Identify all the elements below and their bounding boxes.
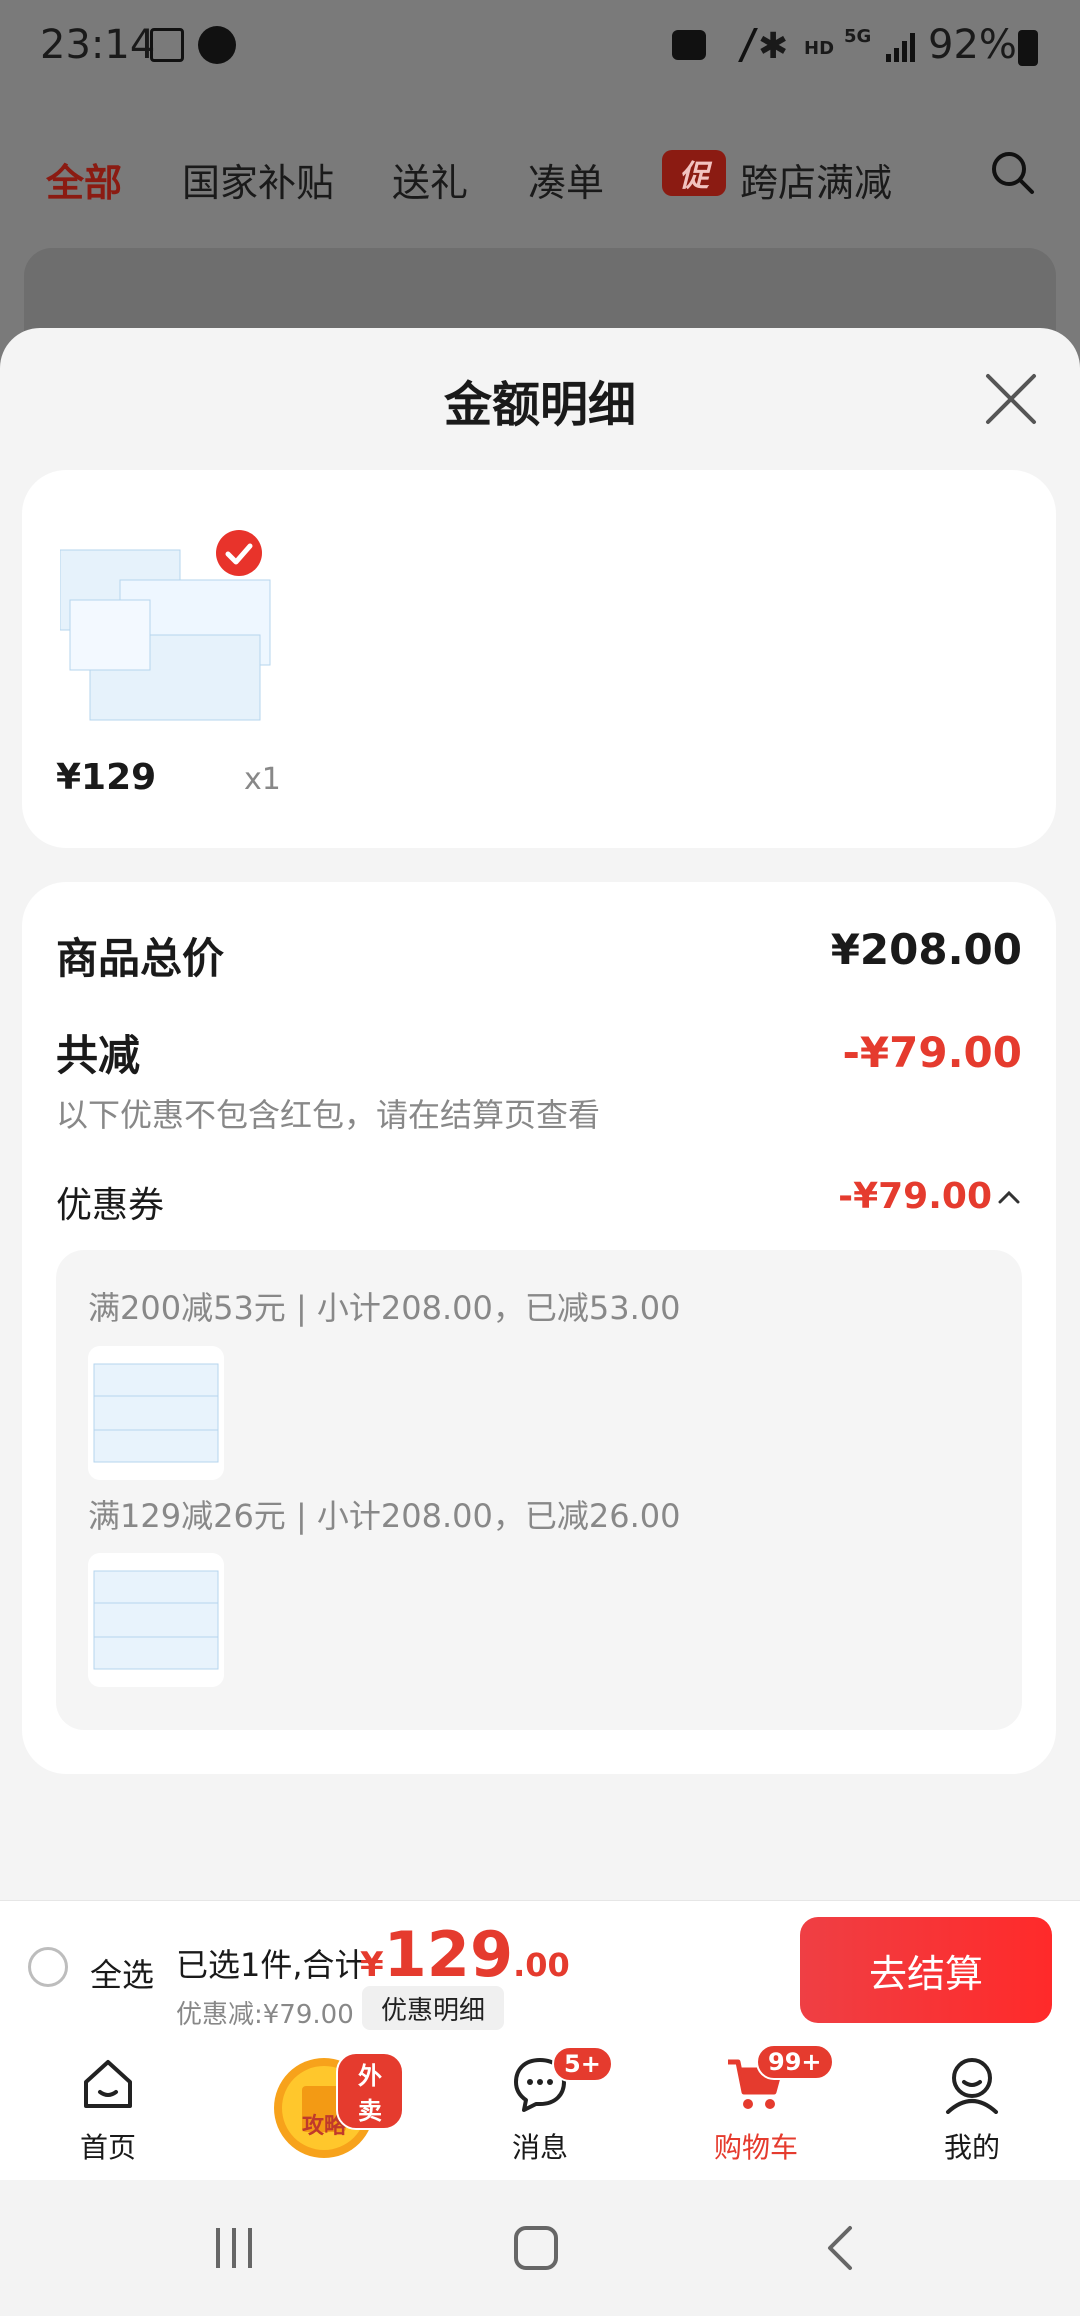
checkout-button[interactable]: 去结算 [800,1917,1052,2023]
coupon-product-thumb [88,1553,224,1687]
selected-summary: 已选1件,合计: [176,1946,378,1984]
takeout-badge: 外卖 [336,2052,404,2130]
app-notification-icon [198,26,236,64]
battery-icon [1018,30,1038,66]
coupon-label: 优惠券 [56,1185,165,1226]
tab-home[interactable]: 首页 [28,2050,188,2180]
coupon-rule-1: 满200减53元 | 小计208.00，已减53.00 [88,1289,681,1327]
currency-symbol: ¥ [360,1945,384,1985]
status-time: 23:14 [40,22,156,68]
coupon-rule-2: 满129减26元 | 小计208.00，已减26.00 [88,1497,681,1535]
total-reduction-value: -¥79.00 [842,1028,1022,1077]
product-price: ¥129 [56,757,157,798]
tab-profile[interactable]: 我的 [892,2050,1052,2180]
close-icon[interactable] [982,370,1040,428]
tab-all[interactable]: 全部 [46,152,122,207]
reduction-note: 以下优惠不包含红包，请在结算页查看 [56,1096,601,1134]
goods-total-label: 商品总价 [56,934,225,983]
signal-icon [886,33,915,62]
search-icon[interactable] [990,150,1036,196]
total-reduction-label: 共减 [56,1031,141,1080]
goods-total-value: ¥208.00 [830,925,1022,974]
promo-badge: 促 [662,150,726,196]
home-nav-icon[interactable] [512,2224,560,2272]
home-icon [84,2060,132,2108]
coupon-value[interactable]: -¥79.00 [838,1176,992,1217]
tab-guide[interactable]: 攻略 外卖 [244,2050,404,2180]
cart-count-badge: 99+ [756,2044,834,2080]
tab-gift[interactable]: 送礼 [392,152,468,207]
product-quantity: x1 [244,762,281,797]
total-amount: ¥129.00 [360,1918,570,1991]
tab-national-subsidy[interactable]: 国家补贴 [182,152,334,207]
recent-apps-icon[interactable] [210,2224,258,2272]
gallery-notification-icon [150,28,184,62]
sheet-title: 金额明细 [443,377,636,433]
tab-cross-store-discount[interactable]: 跨店满减 [740,152,892,207]
hd-indicator: HD [804,38,835,59]
message-status-icon [672,30,706,60]
discount-detail-button[interactable]: 优惠明细 [362,1986,504,2030]
back-icon[interactable] [818,2224,866,2272]
tab-add-on[interactable]: 凑单 [528,152,604,207]
coupon-product-thumb [88,1346,224,1480]
tab-profile-label: 我的 [943,2131,1000,2164]
network-indicator: 5G [844,26,872,47]
tab-messages[interactable]: 消息 5+ [460,2046,620,2180]
total-integer: 129 [383,1918,514,1991]
discount-summary: 优惠减:¥79.00 [176,2000,354,2030]
profile-icon [946,2058,998,2114]
chevron-up-icon[interactable] [994,1182,1024,1212]
total-decimal: .00 [513,1946,570,1984]
tab-messages-label: 消息 [511,2131,568,2164]
bluetooth-icon: ✱ [758,26,789,67]
selected-check-icon[interactable] [216,530,262,576]
tab-cart-label: 购物车 [713,2131,798,2164]
tab-cart[interactable]: 购物车 99+ [676,2044,836,2180]
select-all-radio[interactable] [28,1947,68,1987]
tab-home-label: 首页 [79,2131,136,2164]
battery-percent: 92% [928,22,1017,68]
select-all-label[interactable]: 全选 [90,1950,154,1996]
message-count-badge: 5+ [552,2046,613,2082]
